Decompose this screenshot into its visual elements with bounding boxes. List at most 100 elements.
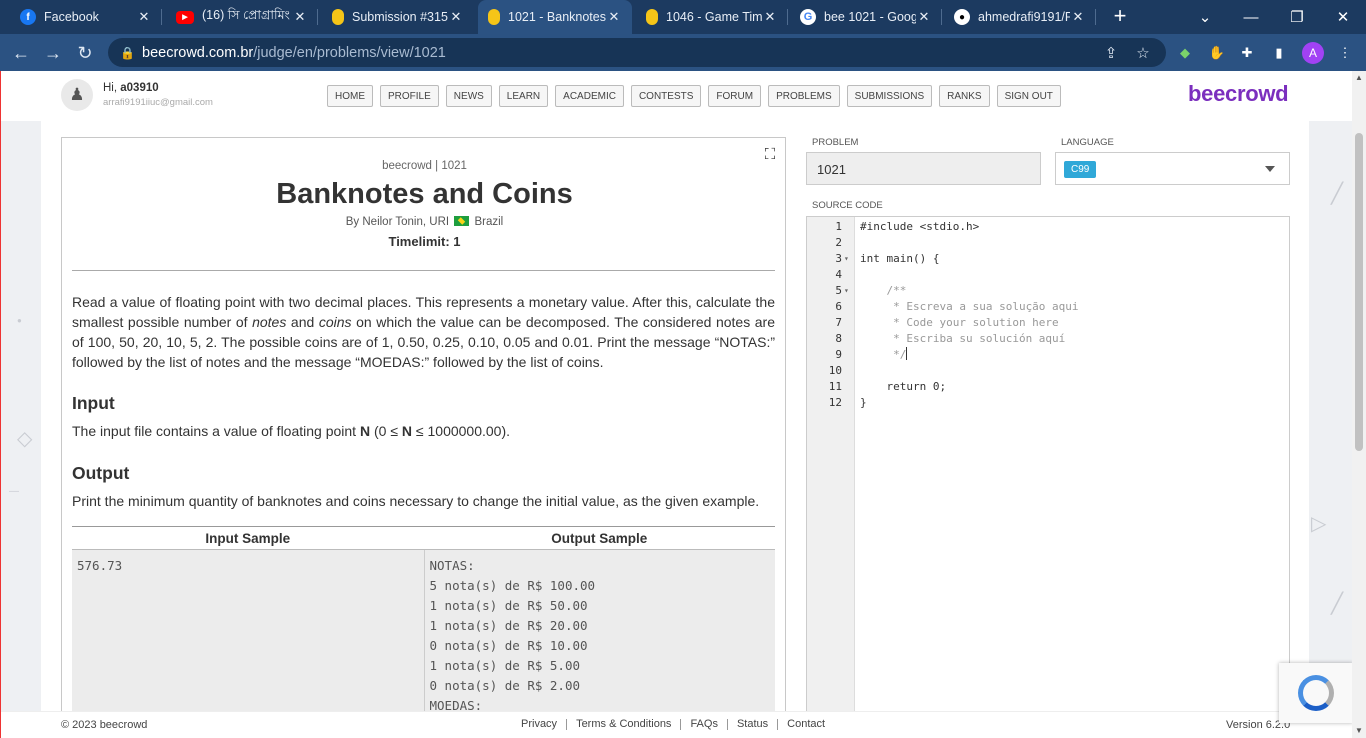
fold-arrow-icon[interactable]: ▾: [844, 283, 852, 299]
side-panel-icon[interactable]: ▮: [1268, 42, 1290, 64]
page-scrollbar[interactable]: ▲ ▼: [1352, 71, 1366, 738]
desc-coins: coins: [318, 314, 352, 330]
code-line[interactable]: 12}: [807, 395, 1289, 411]
code-line[interactable]: 1 #include <stdio.h>: [807, 219, 1289, 235]
decor-triangle: ▷: [1311, 513, 1327, 535]
address-bar[interactable]: 🔒 beecrowd.com.br/judge/en/problems/view…: [108, 38, 1166, 67]
extensions-puzzle-icon[interactable]: ✚: [1236, 42, 1258, 64]
decor-dash: —: [9, 486, 19, 497]
tab-github[interactable]: ● ahmedrafi9191/P ✕: [944, 0, 1096, 34]
close-window-icon[interactable]: ✕: [1320, 0, 1366, 34]
footer-link-faqs[interactable]: FAQs: [680, 719, 727, 730]
footer-link-privacy[interactable]: Privacy: [521, 719, 566, 730]
code-line[interactable]: 5 ▾ /**: [807, 283, 1289, 299]
code-text: * Escriba su solución aquí: [860, 332, 1066, 345]
reload-icon[interactable]: ↻: [72, 40, 98, 66]
footer-link-contact[interactable]: Contact: [777, 719, 834, 730]
line-number: 9: [835, 348, 842, 361]
tab-close-icon[interactable]: ✕: [762, 9, 778, 25]
user-avatar[interactable]: ♟: [61, 79, 93, 111]
menu-contests[interactable]: CONTESTS: [630, 85, 702, 107]
recaptcha-badge[interactable]: [1279, 663, 1352, 723]
desc-and: and: [286, 314, 319, 330]
line-number: 8: [835, 332, 842, 345]
output-sample-label: Output Sample: [551, 531, 648, 546]
scrollbar-thumb[interactable]: [1355, 133, 1363, 451]
tab-search-chevron-icon[interactable]: ⌄: [1182, 0, 1228, 34]
back-arrow-icon[interactable]: ←: [8, 40, 34, 66]
code-line[interactable]: 4: [807, 267, 1289, 283]
extension-globe-icon[interactable]: ◆: [1174, 42, 1196, 64]
tab-facebook[interactable]: f Facebook ✕: [10, 0, 162, 34]
decor-diamond: ◇: [17, 428, 33, 450]
tab-close-icon[interactable]: ✕: [292, 9, 308, 25]
beecrowd-logo[interactable]: beecrowd: [1188, 81, 1289, 107]
tab-game-time[interactable]: 1046 - Game Tim ✕: [636, 0, 788, 34]
code-line[interactable]: 3 ▾ int main() {: [807, 251, 1289, 267]
footer-link-terms[interactable]: Terms & Conditions: [566, 719, 680, 730]
fold-arrow-icon[interactable]: ▾: [844, 251, 852, 267]
tab-youtube[interactable]: ▶ (16) সি প্রোগ্রামিং ✕: [166, 0, 318, 34]
code-line[interactable]: 2: [807, 235, 1289, 251]
tab-submission[interactable]: Submission #315 ✕: [322, 0, 474, 34]
share-icon[interactable]: ⇪: [1100, 42, 1122, 64]
minimize-icon[interactable]: —: [1228, 0, 1274, 34]
author-text: By Neilor Tonin, URI: [345, 216, 450, 228]
samples-body: 576.73 NOTAS: 5 nota(s) de R$ 100.00 1 n…: [72, 550, 775, 726]
tab-title: bee 1021 - Googl: [824, 10, 916, 24]
divider: [72, 270, 775, 271]
footer-links: Privacy Terms & Conditions FAQs Status C…: [521, 719, 834, 730]
language-select[interactable]: C99: [1055, 152, 1290, 185]
menu-learn[interactable]: LEARN: [498, 85, 549, 107]
scroll-down-icon[interactable]: ▼: [1352, 724, 1366, 738]
code-line[interactable]: 9 */: [807, 347, 1289, 363]
line-number: 11: [828, 380, 842, 393]
profile-avatar[interactable]: A: [1302, 42, 1324, 64]
problem-description: Read a value of floating point with two …: [72, 292, 775, 372]
menu-kebab-icon[interactable]: ⋮: [1334, 42, 1356, 64]
main-menu: HOME PROFILE NEWS LEARN ACADEMIC CONTEST…: [327, 85, 1068, 107]
code-text: int main() {: [860, 252, 940, 265]
menu-forum[interactable]: FORUM: [708, 85, 762, 107]
code-text: * Code your solution here: [860, 316, 1059, 329]
site-footer: © 2023 beecrowd Privacy Terms & Conditio…: [1, 711, 1352, 738]
menu-academic[interactable]: ACADEMIC: [555, 85, 624, 107]
footer-link-status[interactable]: Status: [726, 719, 777, 730]
new-tab-plus-icon[interactable]: +: [1108, 5, 1132, 29]
code-line[interactable]: 8 * Escriba su solución aquí: [807, 331, 1289, 347]
menu-problems[interactable]: PROBLEMS: [768, 85, 840, 107]
menu-ranks[interactable]: RANKS: [939, 85, 990, 107]
tab-close-icon[interactable]: ✕: [606, 9, 622, 25]
bookmark-star-icon[interactable]: ☆: [1132, 42, 1154, 64]
dropdown-arrow-icon: [1265, 166, 1275, 172]
problem-number-field[interactable]: 1021: [806, 152, 1041, 185]
menu-news[interactable]: NEWS: [445, 85, 492, 107]
tab-close-icon[interactable]: ✕: [916, 9, 932, 25]
menu-submissions[interactable]: SUBMISSIONS: [846, 85, 933, 107]
code-editor[interactable]: 1 #include <stdio.h> 2 3 ▾ int main() {4 5 ▾ /*…: [806, 216, 1290, 716]
tab-close-icon[interactable]: ✕: [448, 9, 464, 25]
scroll-up-icon[interactable]: ▲: [1352, 71, 1366, 85]
desc-notes: notes: [252, 314, 287, 330]
tab-google[interactable]: G bee 1021 - Googl ✕: [790, 0, 942, 34]
code-line[interactable]: 10: [807, 363, 1289, 379]
tab-close-icon[interactable]: ✕: [1070, 9, 1086, 25]
menu-profile[interactable]: PROFILE: [380, 85, 439, 107]
code-line[interactable]: 7 * Code your solution here: [807, 315, 1289, 331]
tab-close-icon[interactable]: ✕: [136, 9, 152, 25]
code-text: #include <stdio.h>: [860, 220, 980, 233]
source-code-label: SOURCE CODE: [812, 200, 883, 211]
web-page: ● ◇ — ╱ ▷ ╱ ♟ Hi, a03910 arrafi9191iiuc@…: [0, 71, 1352, 738]
code-line[interactable]: 11 return 0;: [807, 379, 1289, 395]
forward-arrow-icon[interactable]: →: [40, 40, 66, 66]
menu-sign-out[interactable]: SIGN OUT: [996, 85, 1061, 107]
beecrowd-icon: [488, 9, 500, 25]
restore-icon[interactable]: ❐: [1274, 0, 1320, 34]
extension-hand-icon[interactable]: ✋: [1206, 42, 1228, 64]
tab-banknotes-active[interactable]: 1021 - Banknotes ✕: [478, 0, 632, 34]
menu-home[interactable]: HOME: [327, 85, 373, 107]
input-sample: 576.73: [77, 558, 123, 573]
input-text-2: (0 ≤: [370, 423, 402, 439]
user-email: arrafi9191iiuc@gmail.com: [103, 97, 213, 108]
code-line[interactable]: 6 * Escreva a sua solução aqui: [807, 299, 1289, 315]
